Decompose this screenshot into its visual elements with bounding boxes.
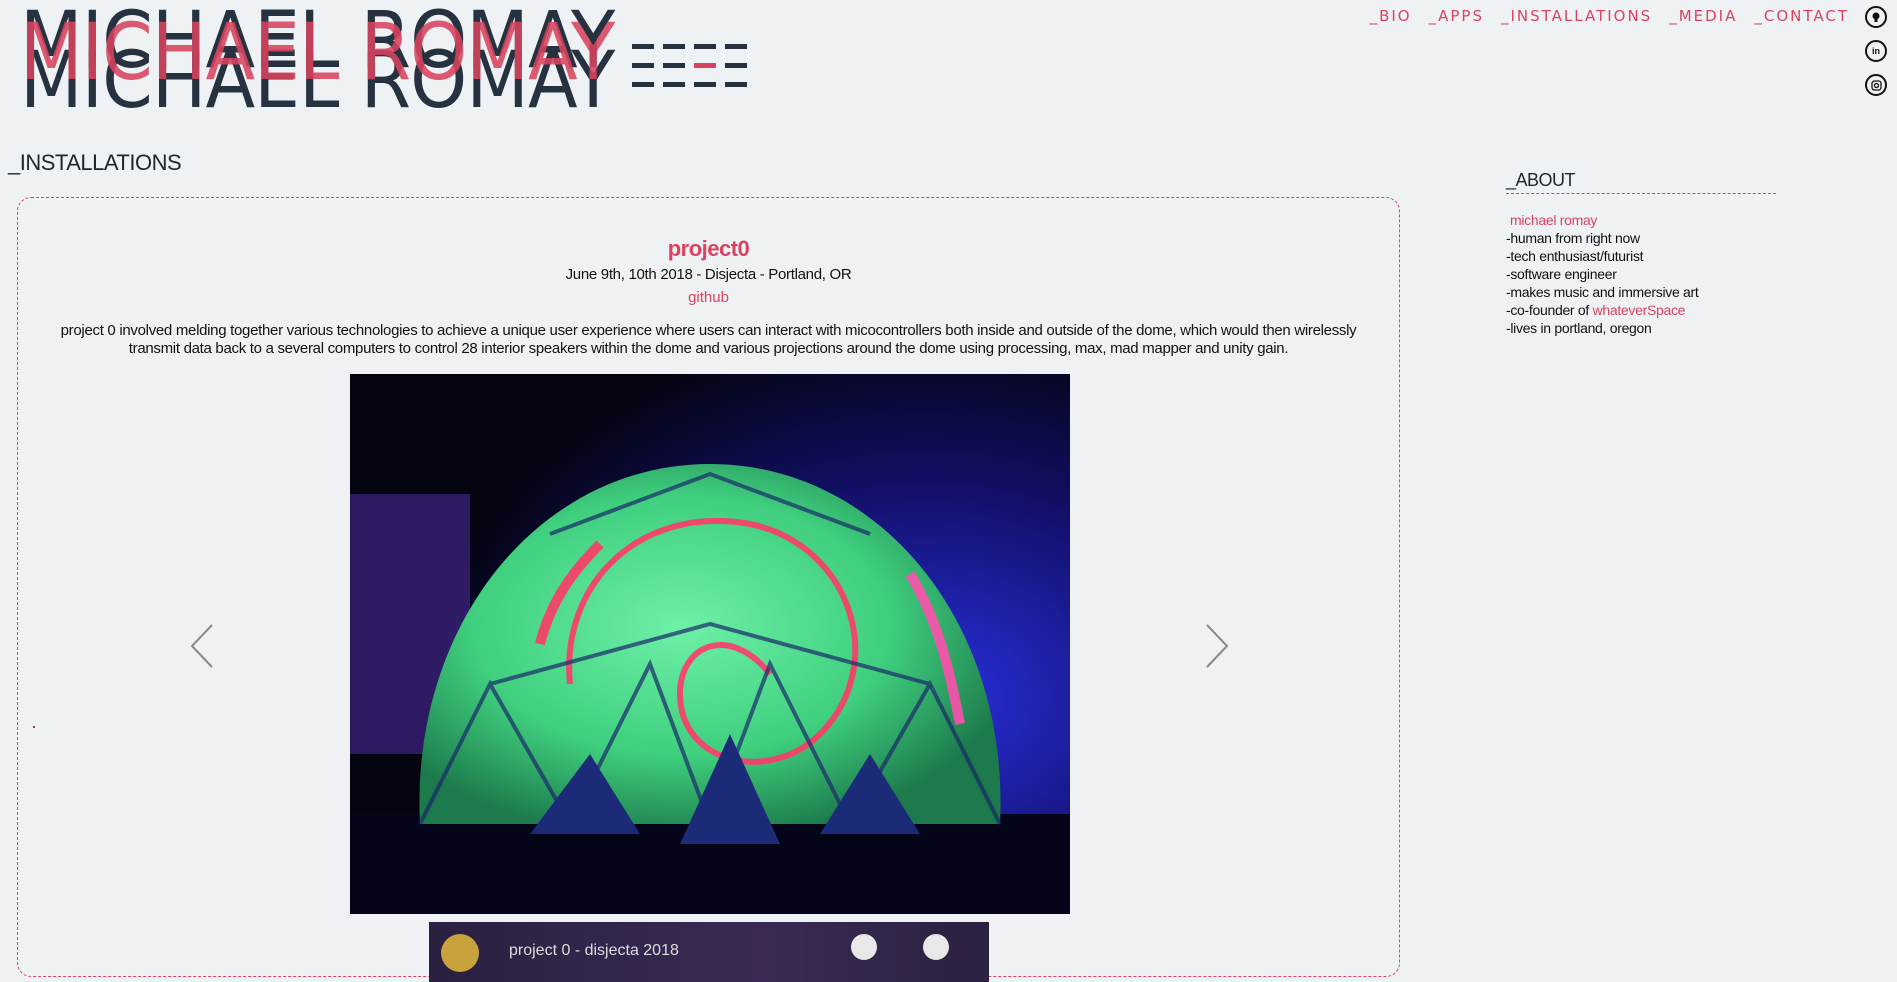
- logo-dash-pattern: [632, 44, 747, 101]
- video-embed[interactable]: project 0 - disjecta 2018: [429, 922, 989, 982]
- about-line: -software engineer: [1506, 266, 1617, 282]
- page-title: _INSTALLATIONS: [8, 150, 182, 175]
- github-icon[interactable]: [1865, 6, 1887, 28]
- nav-installations[interactable]: _INSTALLATIONS: [1501, 7, 1652, 25]
- decorative-dot: [33, 726, 35, 728]
- nav-contact[interactable]: _CONTACT: [1754, 7, 1849, 25]
- project-photo: [350, 374, 1070, 914]
- project-github-link[interactable]: github: [18, 289, 1399, 306]
- nav-media[interactable]: _MEDIA: [1669, 7, 1737, 25]
- about-line: -makes music and immersive art: [1506, 284, 1699, 300]
- nav-bio[interactable]: _BIO: [1370, 7, 1412, 25]
- project-title: project0: [667, 236, 750, 261]
- carousel-next-arrow[interactable]: [1201, 621, 1231, 671]
- linkedin-icon[interactable]: in: [1865, 40, 1887, 62]
- video-title: project 0 - disjecta 2018: [509, 942, 679, 959]
- project-card: project0 June 9th, 10th 2018 - Disjecta …: [17, 197, 1400, 982]
- about-line-cofounder: -co-founder of whateverSpace: [1506, 301, 1776, 319]
- cofounder-prefix: -co-founder of: [1506, 302, 1593, 318]
- top-nav: _BIO _APPS _INSTALLATIONS _MEDIA _CONTAC…: [1370, 7, 1849, 25]
- whateverspace-link[interactable]: whateverSpace: [1593, 302, 1686, 318]
- instagram-icon[interactable]: [1865, 74, 1887, 96]
- about-heading: _ABOUT: [1506, 170, 1776, 194]
- clock-icon[interactable]: [851, 934, 877, 960]
- about-name: michael romay: [1510, 212, 1598, 228]
- logo-text-red-overlay: MICHAEL ROMAY: [20, 8, 615, 98]
- social-links: in: [1865, 6, 1887, 96]
- about-line: -lives in portland, oregon: [1506, 320, 1652, 336]
- carousel-prev-arrow[interactable]: [188, 621, 218, 671]
- site-logo[interactable]: MICHAEL ROMAY MICHAEL ROMAY MICHAEL ROMA…: [10, 0, 770, 130]
- about-list: michael romay -human from right now -tec…: [1506, 211, 1776, 337]
- channel-avatar: [441, 934, 479, 972]
- about-sidebar: _ABOUT michael romay -human from right n…: [1506, 170, 1776, 337]
- about-line: -human from right now: [1506, 230, 1640, 246]
- about-line: -tech enthusiast/futurist: [1506, 248, 1644, 264]
- project-date-location: June 9th, 10th 2018 - Disjecta - Portlan…: [565, 266, 852, 283]
- nav-apps[interactable]: _APPS: [1429, 7, 1484, 25]
- share-icon[interactable]: [923, 934, 949, 960]
- project-description: project 0 involved melding together vari…: [60, 322, 1357, 357]
